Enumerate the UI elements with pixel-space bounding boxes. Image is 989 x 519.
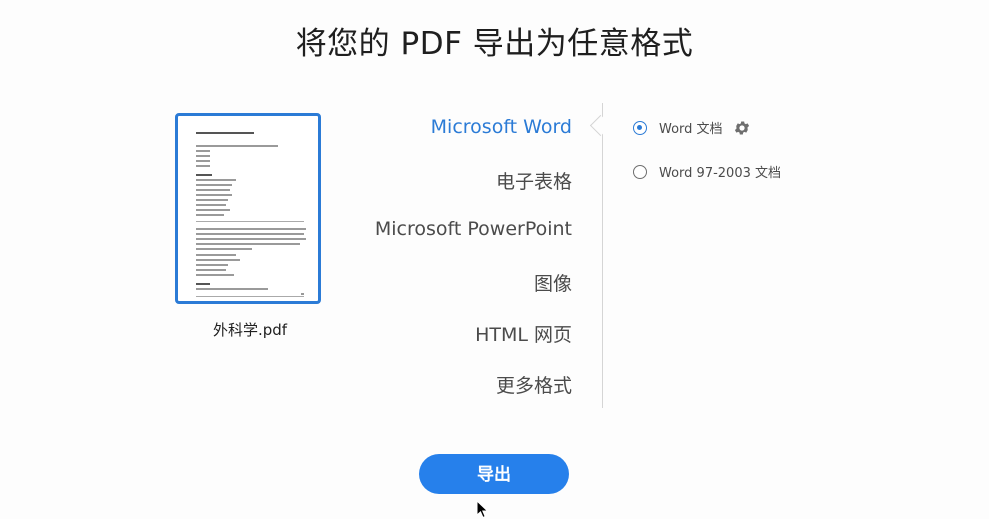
- thumb-text-line: [196, 228, 306, 230]
- radio-word-97-2003[interactable]: [633, 164, 647, 179]
- thumb-text-line: [196, 214, 224, 216]
- option-word-97-2003[interactable]: Word 97-2003 文档: [633, 162, 781, 181]
- thumb-text-line: [196, 145, 278, 147]
- thumb-text-line: [196, 254, 236, 256]
- thumb-page-number: [301, 293, 304, 295]
- thumb-text-line: [196, 165, 210, 167]
- thumb-text-line: [196, 189, 230, 191]
- option-word-document[interactable]: Word 文档: [633, 118, 751, 137]
- option-label: Word 97-2003 文档: [659, 166, 781, 181]
- thumb-text-line: [196, 283, 210, 285]
- option-label: Word 文档: [659, 122, 723, 137]
- page-title: 将您的 PDF 导出为任意格式: [295, 26, 694, 62]
- thumb-rule: [196, 296, 304, 297]
- format-item-html-webpage[interactable]: HTML 网页: [475, 320, 572, 347]
- thumb-text-line: [196, 233, 304, 235]
- gear-icon[interactable]: [733, 119, 751, 137]
- format-item-microsoft-powerpoint[interactable]: Microsoft PowerPoint: [375, 218, 572, 240]
- thumb-text-line: [196, 259, 240, 261]
- thumb-text-line: [196, 199, 228, 201]
- vertical-divider: [602, 103, 603, 408]
- mouse-cursor-icon: [476, 500, 489, 519]
- thumb-text-line: [196, 209, 230, 211]
- thumb-text-line: [196, 132, 254, 134]
- file-name: 外科学.pdf: [212, 321, 288, 339]
- thumb-text-line: [196, 288, 268, 290]
- thumb-text-line: [196, 204, 226, 206]
- thumbnail-content: [196, 128, 306, 297]
- export-pdf-page: 将您的 PDF 导出为任意格式 外科学.pdf Microsoft Word 电…: [0, 0, 989, 519]
- format-item-image[interactable]: 图像: [534, 269, 572, 296]
- thumb-text-line: [196, 160, 210, 162]
- thumb-text-line: [196, 269, 226, 271]
- thumb-text-line: [196, 243, 300, 245]
- thumb-text-line: [196, 274, 234, 276]
- thumb-text-line: [196, 184, 232, 186]
- thumb-text-line: [196, 238, 306, 240]
- format-item-microsoft-word[interactable]: Microsoft Word: [431, 116, 572, 138]
- thumb-text-line: [196, 155, 210, 157]
- thumb-text-line: [196, 248, 252, 250]
- thumb-text-line: [196, 174, 212, 176]
- thumb-rule: [196, 221, 304, 222]
- thumb-text-line: [196, 264, 228, 266]
- format-item-spreadsheet[interactable]: 电子表格: [496, 167, 572, 194]
- thumb-text-line: [196, 194, 232, 196]
- selection-pointer: [589, 114, 612, 137]
- radio-word-document[interactable]: [633, 120, 647, 135]
- format-item-more-formats[interactable]: 更多格式: [496, 371, 572, 398]
- export-button[interactable]: 导出: [419, 454, 569, 494]
- pdf-thumbnail[interactable]: [175, 113, 321, 304]
- thumb-text-line: [196, 150, 210, 152]
- thumb-text-line: [196, 179, 236, 181]
